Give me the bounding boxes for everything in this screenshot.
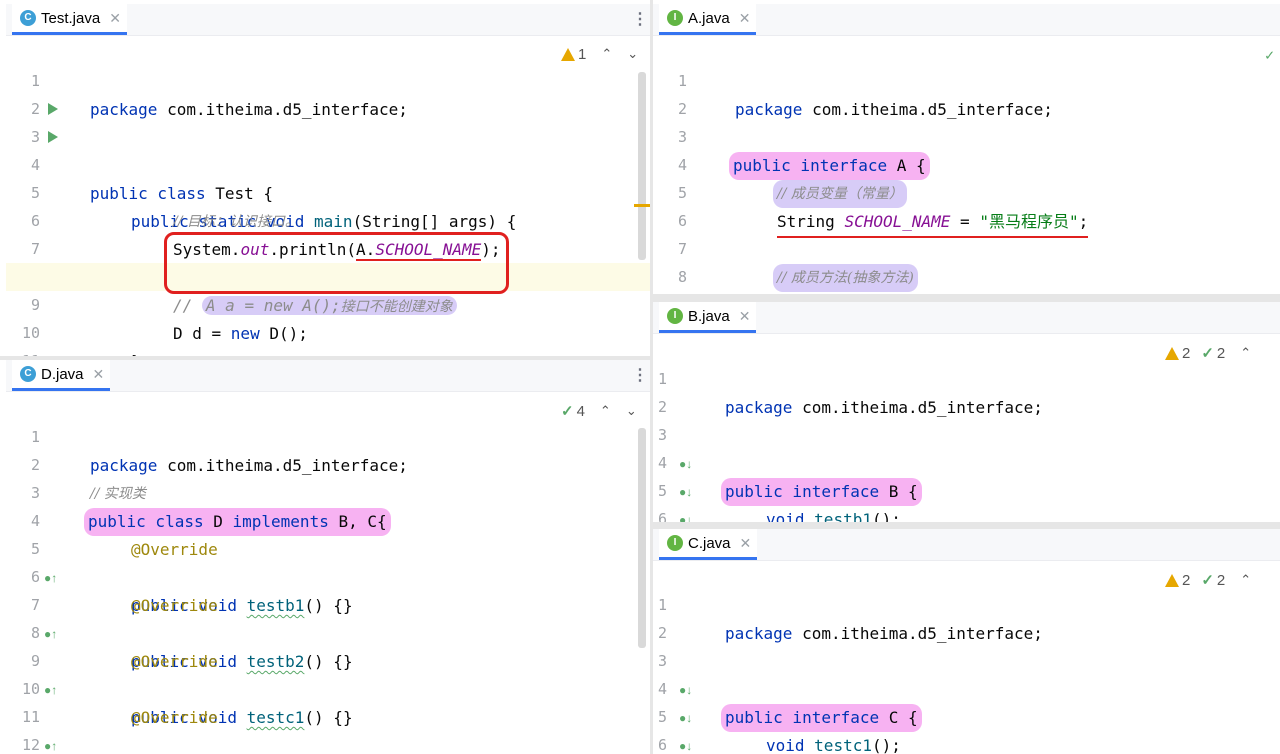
code-line: 9 }	[653, 263, 1280, 291]
close-icon[interactable]: ✕	[93, 366, 105, 383]
tab-bar: I C.java ✕	[653, 529, 1280, 561]
tab-label: Test.java	[41, 9, 101, 27]
close-icon[interactable]: ✕	[740, 535, 752, 552]
code-line: 6 System.out.println(A.SCHOOL_NAME);	[6, 179, 650, 261]
interface-file-icon: I	[667, 535, 683, 551]
code-line: 8 @Override	[6, 591, 650, 670]
tab-d-java[interactable]: C D.java ✕	[12, 360, 111, 391]
code-line: 3 public interface A {	[653, 95, 1280, 180]
code-line: 2	[653, 591, 1280, 642]
code-line: 4 // 成员变量（常量）	[653, 123, 1280, 208]
code-line: 1 package com.itheima.d5_interface;	[6, 395, 650, 474]
more-icon[interactable]: ⋮	[632, 368, 648, 384]
code-line: 6 }	[653, 477, 1280, 522]
tab-label: D.java	[41, 365, 84, 383]
code-line: 7	[653, 731, 1280, 754]
editor-pane-c: I C.java ✕ 2 ✓ 2 ⌃ 1 package com.itheima…	[653, 529, 1280, 754]
tab-b-java[interactable]: I B.java ✕	[659, 302, 757, 333]
code-line: 1 package com.itheima.d5_interface;	[6, 39, 650, 118]
code-line: 3 public class D implements B, C{	[6, 451, 650, 536]
pane-divider	[653, 294, 1280, 302]
code-line: 10 @Override	[6, 647, 650, 726]
code-line: 6	[653, 179, 1280, 230]
code-line: 1 package com.itheima.d5_interface;	[653, 563, 1280, 642]
code-line: 4 @Override	[6, 479, 650, 558]
code-line: 1 package com.itheima.d5_interface;	[653, 337, 1280, 416]
method-name: testb1	[814, 509, 872, 522]
tab-bar: C Test.java ✕ ⋮	[6, 4, 650, 36]
code-line: 10 }	[6, 291, 650, 356]
code-line: 9 ●↑ public void testc1() {}	[6, 619, 650, 727]
tab-label: B.java	[688, 307, 730, 325]
editor-pane-a: I A.java ✕ ✓ 1 package com.itheima.d5_in…	[653, 4, 1280, 294]
tab-label: C.java	[688, 534, 731, 552]
code-line: 12 }	[6, 703, 650, 754]
code-line: 11 }	[6, 319, 650, 356]
code-line: 2	[6, 67, 650, 118]
pane-divider	[653, 522, 1280, 529]
tab-label: A.java	[688, 9, 730, 27]
code-line: 5 ●↑ public void testb1() {}	[6, 507, 650, 615]
close-icon[interactable]: ✕	[739, 10, 751, 27]
code-line: 2 // 实现类	[6, 423, 650, 501]
code-text: }	[131, 348, 141, 356]
class-file-icon: C	[20, 10, 36, 26]
class-file-icon: C	[20, 366, 36, 382]
tab-c-java[interactable]: I C.java ✕	[659, 529, 758, 560]
code-line: 6 @Override	[6, 535, 650, 614]
tab-bar: C D.java ✕ ⋮	[6, 360, 650, 392]
code-line: 2	[653, 365, 1280, 416]
code-line: 5 ●↓ void testb2();	[653, 449, 1280, 522]
run-icon[interactable]	[48, 131, 58, 143]
interface-file-icon: I	[667, 308, 683, 324]
line-number: 6	[657, 510, 667, 522]
tab-a-java[interactable]: I A.java ✕	[659, 4, 757, 35]
code-line: 3 public class Test {	[6, 95, 650, 203]
keyword: void	[766, 509, 805, 522]
code-line: 2	[653, 67, 1280, 118]
code-line: 3 ●↓ public interface C {	[653, 619, 1280, 733]
close-icon[interactable]: ✕	[739, 308, 751, 325]
code-line: 4 public static void main(String[] args)…	[6, 123, 650, 231]
code-line: 6 }	[653, 703, 1280, 754]
code-line: 13	[6, 731, 650, 754]
code-line: 7 ●↑ public void testb2() {}	[6, 563, 650, 671]
code-line: 5 String SCHOOL_NAME = "黑马程序员";	[653, 151, 1280, 238]
code-line: 11 ●↑ public void testc2() {}	[6, 675, 650, 752]
code-line: 3 ●↓ public interface B {	[653, 393, 1280, 507]
more-icon[interactable]: ⋮	[632, 12, 648, 28]
close-icon[interactable]: ✕	[109, 10, 121, 27]
code-line: 7 // 成员方法(抽象方法)	[653, 207, 1280, 292]
interface-file-icon: I	[667, 10, 683, 26]
code-line: 8 void test();	[653, 235, 1280, 286]
code-line: 4 ●↓ void testc1();	[653, 647, 1280, 754]
editor-pane-test: C Test.java ✕ ⋮ 1 ⌃ ⌄ 1 package com.ithe…	[6, 4, 650, 356]
tab-test-java[interactable]: C Test.java ✕	[12, 4, 127, 35]
code-line: 1 package com.itheima.d5_interface;	[653, 39, 1280, 118]
editor-pane-d: C D.java ✕ ⋮ ✓ 4 ⌃ ⌄ 1 package com.ithei…	[6, 360, 650, 754]
tab-bar: I B.java ✕	[653, 302, 1280, 334]
tab-bar: I A.java ✕	[653, 4, 1280, 36]
run-icon[interactable]	[48, 103, 58, 115]
code-text: ();	[871, 509, 901, 522]
annotation-box	[164, 232, 509, 294]
code-line: 4 ●↓ void testb1();	[653, 421, 1280, 522]
code-line: 5 // 目标：认识接口。	[6, 151, 650, 229]
line-number: 11	[6, 347, 40, 356]
editor-pane-b: I B.java ✕ 2 ✓ 2 ⌃ 1 package com.itheima…	[653, 302, 1280, 522]
code-line: 5 ●↓ void testc2();	[653, 675, 1280, 752]
